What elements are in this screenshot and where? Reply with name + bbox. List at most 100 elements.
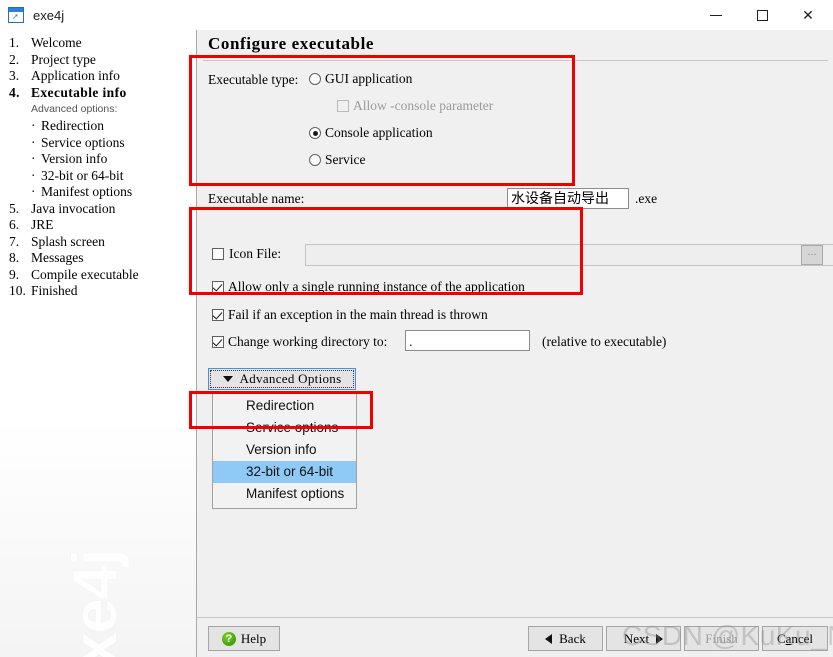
arrow-left-icon <box>545 633 553 644</box>
menu-item-version-info[interactable]: Version info <box>213 439 356 461</box>
maximize-button[interactable] <box>739 0 785 30</box>
working-directory-note: (relative to executable) <box>542 334 667 349</box>
exe4j-rocket-icon: ➚ <box>8 7 24 23</box>
close-icon: ✕ <box>802 6 814 23</box>
checkbox-label: Change working directory to: <box>228 334 388 349</box>
step-label: Executable info <box>31 84 127 100</box>
checkbox-icon <box>337 100 349 112</box>
radio-console-application[interactable]: Console application <box>309 125 433 141</box>
minimize-button[interactable] <box>693 0 739 30</box>
bullet-icon: · <box>31 118 36 133</box>
help-icon: ? <box>221 631 236 646</box>
step-number: 1. <box>9 35 20 50</box>
sidebar-step-java-invocation[interactable]: 5. Java invocation <box>9 201 189 218</box>
sidebar-item-version-info[interactable]: · Version info <box>31 151 189 168</box>
sidebar-item-label: Manifest options <box>41 184 133 199</box>
radio-label: Console application <box>325 125 433 140</box>
cancel-label-post: ncel <box>791 630 814 646</box>
sidebar-step-messages[interactable]: 8. Messages <box>9 250 189 267</box>
step-number: 7. <box>9 233 20 249</box>
radio-icon <box>309 154 321 166</box>
working-directory-input[interactable]: . <box>405 330 530 351</box>
bullet-icon: · <box>31 184 36 199</box>
back-button[interactable]: Back <box>528 626 603 651</box>
icon-file-browse-button[interactable]: ... <box>801 245 823 265</box>
radio-icon <box>309 127 321 139</box>
step-number: 9. <box>9 266 20 282</box>
checkbox-allow-console-parameter[interactable]: Allow -console parameter <box>337 98 493 114</box>
wizard-step-sidebar: 1. Welcome 2. Project type 3. Applicatio… <box>0 30 196 657</box>
help-button[interactable]: ? Help <box>208 626 280 651</box>
checkbox-label: Allow -console parameter <box>353 98 494 113</box>
focus-ring <box>210 370 354 388</box>
sidebar-item-manifest-options[interactable]: · Manifest options <box>31 184 189 201</box>
step-label: Application info <box>31 68 120 83</box>
icon-file-label: Icon File: <box>229 246 282 261</box>
radio-service[interactable]: Service <box>309 152 365 168</box>
checkbox-label: Allow only a single running instance of … <box>228 279 525 294</box>
sidebar-item-service-options[interactable]: · Service options <box>31 135 189 152</box>
radio-label: GUI application <box>325 71 413 86</box>
step-number: 5. <box>9 200 20 216</box>
sidebar-step-executable-info[interactable]: 4. Executable info <box>9 85 189 102</box>
sidebar-step-welcome[interactable]: 1. Welcome <box>9 35 189 52</box>
sidebar-item-label: Version info <box>41 151 108 166</box>
sidebar-item-label: Redirection <box>41 118 104 133</box>
arrow-right-icon <box>656 633 664 644</box>
sidebar-step-finished[interactable]: 10. Finished <box>9 283 189 300</box>
sidebar-step-application-info[interactable]: 3. Application info <box>9 68 189 85</box>
step-label: Welcome <box>31 35 82 50</box>
bullet-icon: · <box>31 167 36 183</box>
radio-icon <box>309 73 321 85</box>
title-divider <box>203 60 828 61</box>
checkbox-icon <box>212 336 224 348</box>
sidebar-item-label: Service options <box>41 134 125 150</box>
checkbox-fail-on-exception[interactable]: Fail if an exception in the main thread … <box>212 307 488 323</box>
back-label: Back <box>559 630 586 646</box>
executable-name-input[interactable]: 水设备自动导出 <box>507 188 629 209</box>
finish-button[interactable]: Finish <box>684 626 759 651</box>
sidebar-step-jre[interactable]: 6. JRE <box>9 217 189 234</box>
cancel-label-pre: C <box>776 630 786 646</box>
menu-item-redirection[interactable]: Redirection <box>213 395 356 417</box>
menu-item-manifest-options[interactable]: Manifest options <box>213 483 356 505</box>
window-title: exe4j <box>33 7 65 23</box>
checkbox-label: Fail if an exception in the main thread … <box>228 307 488 322</box>
step-label: JRE <box>31 217 54 232</box>
menu-item-32-bit-or-64-bit[interactable]: 32-bit or 64-bit <box>213 461 356 483</box>
step-number: 10. <box>9 283 26 298</box>
radio-gui-application[interactable]: GUI application <box>309 71 412 87</box>
sidebar-advanced-options-header: Advanced options: <box>31 103 118 115</box>
step-number: 6. <box>9 217 20 232</box>
next-label: Next <box>623 630 650 646</box>
checkbox-icon <box>212 281 224 293</box>
bullet-icon: · <box>31 151 36 166</box>
menu-item-service-options[interactable]: Service options <box>213 417 356 439</box>
icon-file-checkbox[interactable] <box>212 248 224 260</box>
finish-label: Finish <box>705 630 738 646</box>
cancel-button[interactable]: Ca ncel <box>762 626 828 651</box>
next-button[interactable]: Next <box>606 626 681 651</box>
step-label: Messages <box>31 250 84 265</box>
executable-type-label: Executable type: <box>208 72 299 87</box>
step-number: 3. <box>9 68 20 83</box>
sidebar-step-project-type[interactable]: 2. Project type <box>9 52 189 69</box>
sidebar-step-splash-screen[interactable]: 7. Splash screen <box>9 234 189 251</box>
checkbox-single-instance[interactable]: Allow only a single running instance of … <box>212 279 525 295</box>
sidebar-item-redirection[interactable]: · Redirection <box>31 118 189 135</box>
checkbox-change-working-directory[interactable]: Change working directory to: <box>212 334 387 350</box>
step-label: Finished <box>31 283 78 298</box>
sidebar-step-compile-executable[interactable]: 9. Compile executable <box>9 267 189 284</box>
window-body: 1. Welcome 2. Project type 3. Applicatio… <box>0 30 833 657</box>
advanced-options-button[interactable]: Advanced Options <box>208 368 356 390</box>
bullet-icon: · <box>31 134 36 150</box>
step-number: 4. <box>9 84 20 100</box>
step-list: 1. Welcome 2. Project type 3. Applicatio… <box>9 35 189 300</box>
close-button[interactable]: ✕ <box>785 0 831 30</box>
checkbox-icon <box>212 309 224 321</box>
minimize-icon <box>710 14 722 16</box>
sidebar-item-32-bit-or-64-bit[interactable]: · 32-bit or 64-bit <box>31 168 189 185</box>
icon-file-input[interactable] <box>305 244 833 266</box>
icon-file-row: Icon File: ... <box>197 243 833 268</box>
sidebar-item-label: 32-bit or 64-bit <box>41 167 124 183</box>
